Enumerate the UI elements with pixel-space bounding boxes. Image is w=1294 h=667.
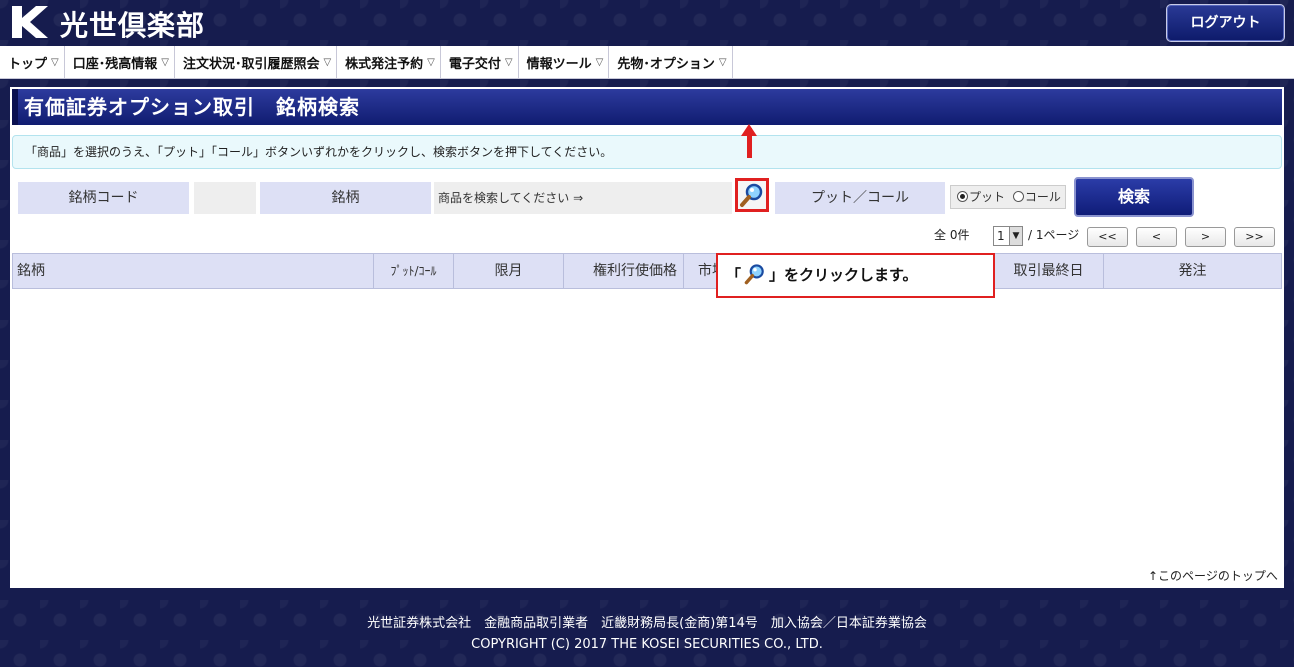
- nav-item-account[interactable]: 口座･残高情報 ▽: [65, 46, 175, 79]
- code-label: 銘柄コード: [18, 182, 189, 214]
- page-of: / 1ページ: [1028, 228, 1080, 242]
- nav-item-label: トップ: [8, 57, 48, 72]
- col-putcall: ﾌﾟｯﾄ/ｺｰﾙ: [374, 254, 454, 288]
- callout-prefix: 「: [726, 266, 742, 284]
- nav-item-e-delivery[interactable]: 電子交付 ▽: [441, 46, 519, 79]
- page-top-link[interactable]: ↑このページのトップへ: [1148, 567, 1278, 584]
- put-radio[interactable]: [957, 191, 968, 202]
- last-page-button[interactable]: >>: [1234, 227, 1275, 247]
- nav-item-label: 株式発注予約: [345, 57, 424, 72]
- nav-item-top[interactable]: トップ ▽: [0, 46, 65, 79]
- product-search-button[interactable]: [735, 178, 769, 212]
- name-label: 銘柄: [260, 182, 431, 214]
- result-count: 全 0件: [934, 228, 970, 242]
- product-hint: 商品を検索してください ⇒: [434, 182, 732, 214]
- col-strike: 権利行使価格: [564, 254, 684, 288]
- brand-name: 光世倶楽部: [60, 9, 206, 42]
- main-nav: トップ ▽ 口座･残高情報 ▽ 注文状況･取引履歴照会 ▽ 株式発注予約 ▽ 電子交付 ▽…: [0, 46, 1294, 79]
- magnifier-icon: [740, 183, 763, 207]
- chevron-down-icon: ▽: [51, 57, 59, 68]
- chevron-down-icon: ▽: [161, 57, 169, 68]
- first-page-button[interactable]: <<: [1087, 227, 1128, 247]
- header: 光世倶楽部 ログアウト: [0, 0, 1294, 46]
- code-value: [194, 182, 256, 214]
- put-radio-label: プット: [969, 190, 1006, 204]
- main-panel: 有価証券オプション取引 銘柄検索 「商品」を選択のうえ、「プット」「コール」ボタ…: [10, 87, 1284, 588]
- col-month: 限月: [454, 254, 564, 288]
- callout-arrow-shaft: [747, 128, 752, 158]
- chevron-down-icon: ▽: [504, 57, 513, 68]
- col-order: 発注: [1178, 263, 1207, 279]
- chevron-down-icon: ▽: [595, 57, 604, 68]
- footer-company: 光世証券株式会社 金融商品取引業者 近畿財務局長(金商)第14号 加入協会／日本…: [367, 616, 927, 631]
- nav-item-label: 電子交付: [448, 57, 501, 72]
- putcall-label: プット／コール: [775, 182, 945, 214]
- brand-logo-icon: [12, 6, 48, 38]
- col-name: 銘柄: [13, 254, 374, 288]
- instruction-callout: 「 」をクリックします。: [716, 253, 995, 298]
- page-select[interactable]: 1 ▼: [993, 226, 1023, 246]
- instruction-message: 「商品」を選択のうえ、「プット」「コール」ボタンいずれかをクリックし、検索ボタン…: [12, 135, 1282, 169]
- search-button[interactable]: 検索: [1074, 177, 1194, 217]
- page-title: 有価証券オプション取引 銘柄検索: [12, 89, 1282, 125]
- magnifier-icon: [744, 264, 764, 285]
- call-radio[interactable]: [1012, 191, 1024, 202]
- results-table-header: 銘柄 ﾌﾟｯﾄ/ｺｰﾙ 限月 権利行使価格 市場 取引最終日 発注: [12, 253, 1282, 289]
- next-page-button[interactable]: >: [1185, 227, 1226, 247]
- chevron-down-icon: ▼: [1009, 227, 1022, 245]
- call-radio-label: コール: [1024, 190, 1061, 204]
- putcall-radio-group: プット コール: [950, 185, 1066, 209]
- nav-item-futures-options[interactable]: 先物･オプション ▽: [609, 46, 733, 79]
- nav-item-label: 先物･オプション: [617, 57, 715, 72]
- nav-item-orders[interactable]: 注文状況･取引履歴照会 ▽: [175, 46, 338, 79]
- prev-page-button[interactable]: <: [1136, 227, 1177, 247]
- footer-copyright: COPYRIGHT (C) 2017 THE KOSEI SECURITIES …: [471, 637, 823, 652]
- nav-item-info-tools[interactable]: 情報ツール ▽: [519, 46, 610, 79]
- nav-item-label: 口座･残高情報: [72, 57, 158, 72]
- col-last-trade-date: 取引最終日: [994, 254, 1104, 288]
- chevron-down-icon: ▽: [323, 57, 332, 68]
- callout-text: 」をクリックします。: [769, 266, 918, 284]
- nav-item-reservation[interactable]: 株式発注予約 ▽: [337, 46, 441, 79]
- nav-item-label: 注文状況･取引履歴照会: [182, 57, 320, 72]
- logout-button[interactable]: ログアウト: [1166, 4, 1285, 42]
- chevron-down-icon: ▽: [718, 57, 727, 68]
- nav-item-label: 情報ツール: [526, 57, 592, 72]
- page-select-value: 1: [997, 229, 1005, 243]
- chevron-down-icon: ▽: [427, 57, 435, 68]
